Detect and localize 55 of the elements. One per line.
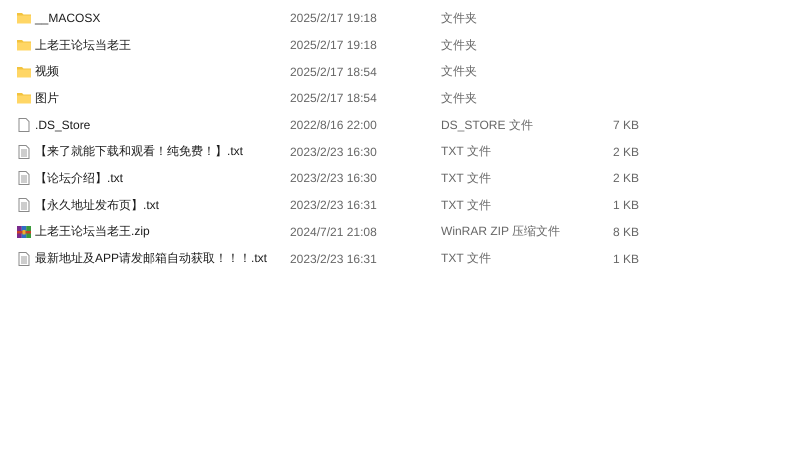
folder-icon — [16, 37, 32, 54]
file-name: 视频 — [35, 63, 59, 80]
file-type: TXT 文件 — [441, 196, 492, 214]
modified-date: 2023/2/23 16:30 — [290, 144, 378, 159]
file-size: 2 KB — [612, 144, 639, 159]
folder-icon — [16, 90, 32, 106]
file-row[interactable]: 视频 2025/2/17 18:54 文件夹 — [16, 58, 800, 86]
file-type: 文件夹 — [441, 63, 478, 80]
file-size: 8 KB — [612, 224, 639, 239]
modified-date: 2024/7/21 21:08 — [290, 224, 378, 239]
modified-date: 2025/2/17 19:18 — [290, 38, 378, 52]
text-file-icon — [16, 197, 32, 214]
file-name: 最新地址及APP请发邮箱自动获取！！！.txt — [35, 250, 268, 268]
file-row[interactable]: __MACOSX 2025/2/17 19:18 文件夹 — [16, 5, 800, 32]
file-icon — [16, 117, 32, 134]
file-type: TXT 文件 — [441, 170, 492, 187]
file-row[interactable]: 上老王论坛当老王 2025/2/17 19:18 文件夹 — [16, 32, 800, 58]
file-size: 1 KB — [612, 198, 639, 212]
file-type: 文件夹 — [441, 10, 478, 27]
file-size: 2 KB — [612, 171, 639, 186]
modified-date: 2023/2/23 16:31 — [290, 252, 378, 266]
file-row[interactable]: 图片 2025/2/17 18:54 文件夹 — [16, 85, 800, 112]
text-file-icon — [16, 170, 32, 186]
file-name: 【论坛介绍】.txt — [35, 170, 124, 187]
text-file-icon — [16, 144, 32, 160]
file-row[interactable]: 【论坛介绍】.txt 2023/2/23 16:30 TXT 文件 2 KB — [16, 165, 800, 192]
modified-date: 2023/2/23 16:31 — [290, 198, 378, 212]
file-row[interactable]: 上老王论坛当老王.zip 2024/7/21 21:08 WinRAR ZIP 压缩文件 8 KB — [16, 218, 800, 246]
file-size: 1 KB — [612, 252, 639, 266]
file-name: 上老王论坛当老王.zip — [35, 223, 150, 240]
file-name: __MACOSX — [35, 11, 100, 26]
file-type: TXT 文件 — [441, 143, 492, 160]
file-name: 【永久地址发布页】.txt — [35, 196, 160, 214]
archive-icon — [16, 224, 32, 240]
file-type: DS_STORE 文件 — [441, 116, 534, 134]
file-type: WinRAR ZIP 压缩文件 — [441, 223, 562, 240]
text-file-icon — [16, 250, 32, 267]
file-row[interactable]: 【永久地址发布页】.txt 2023/2/23 16:31 TXT 文件 1 KB — [16, 192, 800, 218]
file-size: 7 KB — [612, 118, 639, 132]
file-type: 文件夹 — [441, 36, 478, 54]
folder-icon — [16, 10, 32, 26]
file-name: .DS_Store — [35, 118, 90, 132]
file-type: 文件夹 — [441, 90, 478, 107]
file-row[interactable]: 【来了就能下载和观看！纯免费！】.txt 2023/2/23 16:30 TXT 文件 2 KB — [16, 138, 800, 166]
file-row[interactable]: .DS_Store 2022/8/16 22:00 DS_STORE 文件 7 KB — [16, 112, 800, 138]
modified-date: 2025/2/17 18:54 — [290, 91, 378, 106]
modified-date: 2022/8/16 22:00 — [290, 118, 378, 132]
file-name: 【来了就能下载和观看！纯免费！】.txt — [35, 143, 244, 160]
modified-date: 2025/2/17 19:18 — [290, 11, 378, 26]
file-name: 上老王论坛当老王 — [35, 36, 131, 54]
file-name: 图片 — [35, 90, 59, 107]
modified-date: 2025/2/17 18:54 — [290, 64, 378, 79]
file-type: TXT 文件 — [441, 250, 492, 268]
file-row[interactable]: 最新地址及APP请发邮箱自动获取！！！.txt 2023/2/23 16:31 TXT 文件 1 KB — [16, 245, 800, 272]
modified-date: 2023/2/23 16:30 — [290, 171, 378, 186]
